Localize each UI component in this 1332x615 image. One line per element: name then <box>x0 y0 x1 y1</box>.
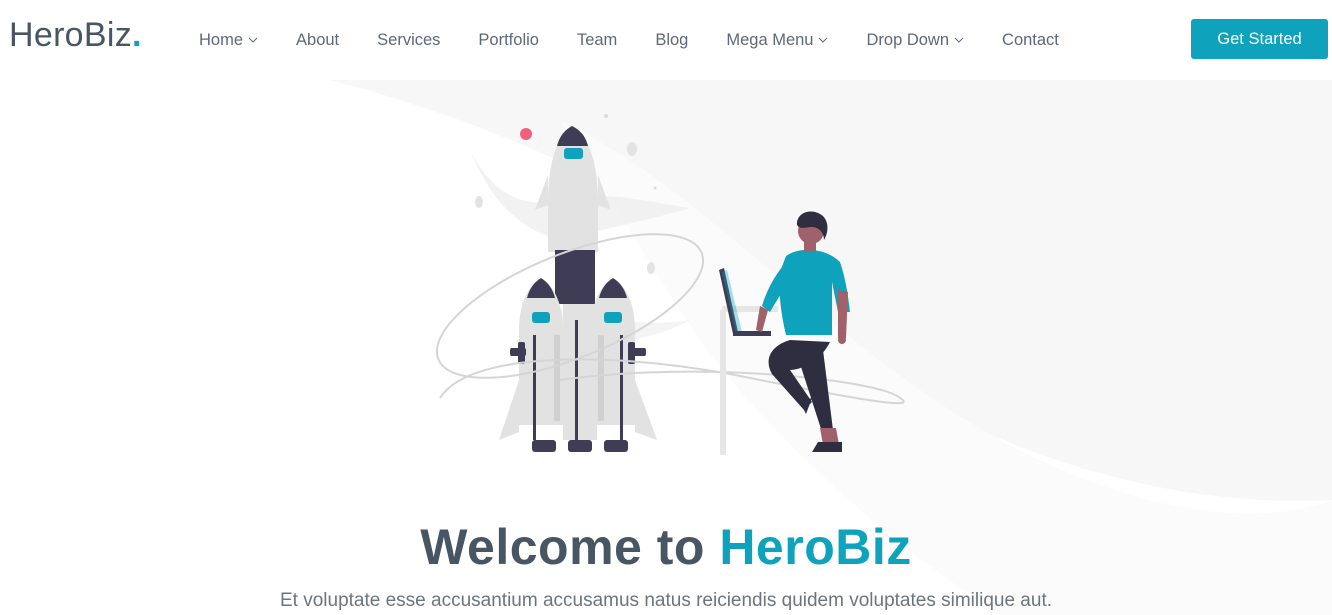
nav-item-label: About <box>296 30 340 49</box>
nav-item-label: Contact <box>1002 30 1059 49</box>
nav-item-label: Portfolio <box>478 30 539 49</box>
chevron-down-icon <box>819 37 828 43</box>
nav-item-label: Services <box>377 30 441 49</box>
nav-item-team[interactable]: Team <box>558 31 636 50</box>
nav-item-label: Home <box>199 30 244 49</box>
page: HeroBiz. Home About Services Portfolio T… <box>0 0 1332 615</box>
nav-item-home[interactable]: Home <box>180 31 277 50</box>
rocket-launch-illustration <box>435 114 905 455</box>
brand-name: HeroBiz <box>9 16 133 54</box>
nav-item-label: Mega Menu <box>726 30 814 49</box>
chevron-down-icon <box>248 37 258 43</box>
hero-title-prefix: Welcome to <box>420 519 705 575</box>
nav-item-drop-down[interactable]: Drop Down <box>847 31 983 50</box>
nav-item-about[interactable]: About <box>277 31 358 50</box>
nav-item-contact[interactable]: Contact <box>983 31 1078 50</box>
brand-logo[interactable]: HeroBiz. <box>9 16 142 55</box>
site-header: HeroBiz. Home About Services Portfolio T… <box>0 0 1332 80</box>
hero-title-accent: HeroBiz <box>719 519 912 575</box>
chevron-down-icon <box>954 37 964 43</box>
nav-item-mega-menu[interactable]: Mega Menu <box>707 31 847 50</box>
nav-item-label: Blog <box>655 30 689 49</box>
main-nav: Home About Services Portfolio Team Blog … <box>180 28 1078 52</box>
nav-item-blog[interactable]: Blog <box>636 31 707 50</box>
brand-dot: . <box>132 16 142 54</box>
hero-subtitle: Et voluptate esse accusantium accusamus … <box>279 590 1052 611</box>
hero-title: Welcome to HeroBiz <box>0 518 1332 576</box>
nav-item-label: Team <box>576 30 618 49</box>
nav-item-portfolio[interactable]: Portfolio <box>459 31 558 50</box>
get-started-button[interactable]: Get Started <box>1191 19 1328 59</box>
nav-item-services[interactable]: Services <box>358 31 459 50</box>
nav-item-label: Drop Down <box>866 30 950 49</box>
